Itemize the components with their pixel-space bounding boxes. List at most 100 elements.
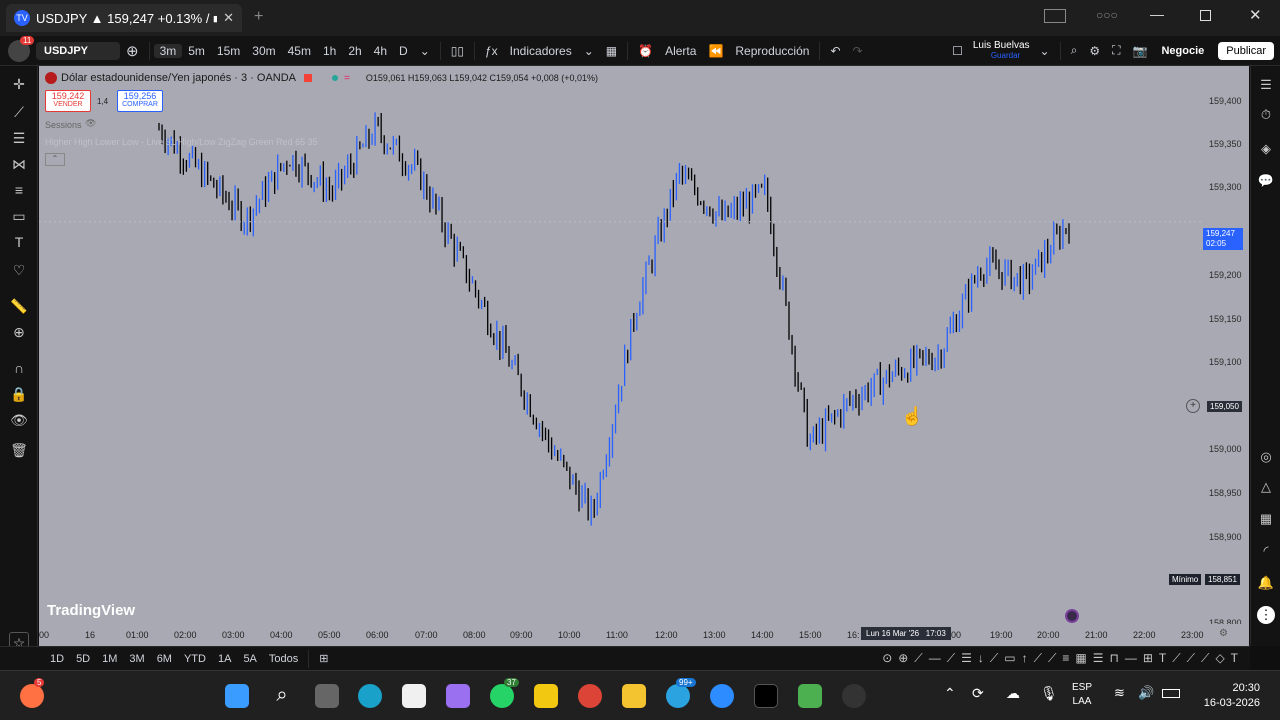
sell-button[interactable]: 159,242 VENDER	[45, 90, 91, 112]
range-5a[interactable]: 5A	[237, 653, 262, 665]
settings-gear-icon[interactable]: ⚙	[1083, 44, 1106, 58]
quick-search-icon[interactable]: ⌕	[1065, 43, 1084, 58]
event-icon[interactable]	[1065, 609, 1079, 623]
windows-start-icon[interactable]	[225, 684, 249, 708]
trash-icon[interactable]: 🗑	[9, 440, 29, 460]
alerts-clock-icon[interactable]: ⏱	[1257, 106, 1275, 124]
chart-type-icon[interactable]: ▯▯	[445, 44, 470, 58]
store-icon[interactable]	[402, 684, 426, 708]
date-range-icon[interactable]: ⊞	[313, 652, 334, 665]
add-alert-plus-icon[interactable]: +	[1186, 399, 1200, 413]
snapshot-camera-icon[interactable]: 📷	[1127, 44, 1154, 58]
close-window-icon[interactable]: ✕	[1249, 6, 1262, 24]
obs-icon[interactable]	[842, 684, 866, 708]
layout-name-group[interactable]: Luis Buelvas Guardar	[969, 40, 1034, 61]
signal-icon[interactable]: ◜	[1257, 542, 1275, 560]
m365-icon[interactable]	[446, 684, 470, 708]
interval-15m[interactable]: 15m	[211, 44, 246, 58]
cloud-icon[interactable]: ☁	[1006, 685, 1020, 702]
zigzag-indicator-label[interactable]: Higher High Lower Low - Live 31 High/Low…	[45, 137, 318, 147]
interval-45m[interactable]: 45m	[282, 44, 317, 58]
interval-5m[interactable]: 5m	[182, 44, 211, 58]
chart-pane[interactable]: Dólar estadounidense/Yen japonés · 3 · O…	[39, 66, 1201, 624]
replay-icon[interactable]: ⏪	[702, 44, 729, 58]
pattern-icon[interactable]: ⋈	[9, 154, 29, 174]
task-view-icon[interactable]	[315, 684, 339, 708]
watchlist-icon[interactable]: ☰	[1257, 76, 1275, 94]
chrome-icon[interactable]	[578, 684, 602, 708]
window-layout-icon[interactable]	[1044, 9, 1066, 23]
kraken-app-icon[interactable]	[798, 684, 822, 708]
fullscreen-icon[interactable]: ⛶	[1106, 43, 1126, 58]
collapse-legend-icon[interactable]: ⌃	[45, 153, 65, 166]
browser-tab[interactable]: TV USDJPY ▲ 159,247 +0.13% / ■ ✕	[6, 4, 242, 32]
publish-button[interactable]: Publicar	[1218, 41, 1274, 60]
layout-select-icon[interactable]: ☐	[946, 44, 969, 58]
range-6m[interactable]: 6M	[151, 653, 178, 665]
crosshair-icon[interactable]: ✛	[9, 74, 29, 94]
range-1m[interactable]: 1M	[96, 653, 123, 665]
price-chart[interactable]	[39, 66, 1201, 624]
show-hidden-icons-chevron[interactable]: ⌃	[944, 685, 956, 702]
notifications-bell-icon[interactable]: 🔔	[1257, 574, 1275, 592]
add-symbol-icon[interactable]: ⊕	[120, 42, 145, 60]
range-1d[interactable]: 1D	[44, 653, 70, 665]
range-all[interactable]: Todos	[263, 653, 304, 665]
tradingview-app-icon[interactable]	[754, 684, 778, 708]
text-icon[interactable]: T	[9, 232, 29, 252]
drawing-tools-strip[interactable]: ⊙⊕⟋—⟋☰↓⟋▭↑⟋⟋≡▦☰⊓—⊞T⟋⟋⟋◇T	[876, 651, 1250, 666]
zoom-icon[interactable]	[710, 684, 734, 708]
range-5d[interactable]: 5D	[70, 653, 96, 665]
wifi-icon[interactable]: ≋	[1114, 685, 1125, 701]
time-axis[interactable]: 00 16 01:00 02:00 03:00 04:00 05:00 06:0…	[39, 624, 1249, 646]
sessions-indicator-label[interactable]: Sessions	[45, 120, 82, 130]
chevron-down-icon[interactable]: ⌄	[578, 44, 600, 58]
undo-icon[interactable]: ↶	[824, 44, 846, 58]
interval-4h[interactable]: 4h	[368, 44, 393, 58]
replay-button[interactable]: Reproducción	[729, 44, 815, 58]
alert-button[interactable]: Alerta	[659, 44, 702, 58]
new-tab-icon[interactable]: +	[254, 8, 263, 26]
telegram-icon[interactable]: 99+	[666, 678, 696, 708]
layers-icon[interactable]: ◈	[1257, 140, 1275, 158]
templates-icon[interactable]: ▦	[600, 44, 623, 58]
eye-icon[interactable]: 👁	[9, 410, 29, 430]
minimize-icon[interactable]: —	[1150, 6, 1164, 22]
buy-button[interactable]: 159,256 COMPRAR	[117, 90, 163, 112]
zoom-icon[interactable]: ⊕	[9, 322, 29, 342]
calendar-icon[interactable]: ▦	[1257, 510, 1275, 528]
apps-grid-icon[interactable]: ⋮	[1257, 606, 1275, 624]
alarm-icon[interactable]: ⏰	[632, 44, 659, 58]
chevron-down-icon[interactable]: ⌄	[414, 44, 436, 58]
whatsapp-icon[interactable]: 37	[490, 678, 519, 708]
range-3m[interactable]: 3M	[123, 653, 150, 665]
shape-icon[interactable]: ▭	[9, 206, 29, 226]
input-language[interactable]: ESP LAA	[1072, 681, 1092, 709]
fib-icon[interactable]: ☰	[9, 128, 29, 148]
symbol-search[interactable]: USDJPY	[36, 41, 120, 60]
maximize-icon[interactable]	[1200, 10, 1211, 21]
range-ytd[interactable]: YTD	[178, 653, 212, 665]
forecast-icon[interactable]: ≡	[9, 180, 29, 200]
redo-icon[interactable]: ↷	[847, 44, 869, 58]
lock-icon[interactable]: 🔒	[9, 384, 29, 404]
weather-app-icon[interactable]: 5	[20, 678, 45, 708]
indicators-button[interactable]: Indicadores	[504, 44, 578, 58]
battery-icon[interactable]	[1162, 689, 1180, 698]
interval-1h[interactable]: 1h	[317, 44, 342, 58]
interval-3m[interactable]: 3m	[153, 43, 183, 58]
clock[interactable]: 20:30 16-03-2026	[1196, 681, 1260, 711]
volume-icon[interactable]: 🔊	[1138, 685, 1154, 701]
ideas-triangle-icon[interactable]: △	[1257, 478, 1275, 496]
trend-line-icon[interactable]: ⟋	[9, 102, 29, 122]
timezone-settings-icon[interactable]: ⚙	[1219, 628, 1228, 639]
indicators-icon[interactable]: ƒx	[479, 44, 504, 58]
interval-30m[interactable]: 30m	[246, 44, 281, 58]
price-axis[interactable]: 159,400 159,350 159,300 159,200 159,150 …	[1201, 66, 1249, 628]
close-tab-icon[interactable]: ✕	[223, 10, 234, 26]
interval-d[interactable]: D	[393, 44, 414, 58]
chat-icon[interactable]: 💬	[1257, 172, 1275, 190]
powerbi-icon[interactable]	[534, 684, 558, 708]
more-icon[interactable]: ○○○	[1096, 8, 1118, 22]
target-icon[interactable]: ◎	[1257, 448, 1275, 466]
